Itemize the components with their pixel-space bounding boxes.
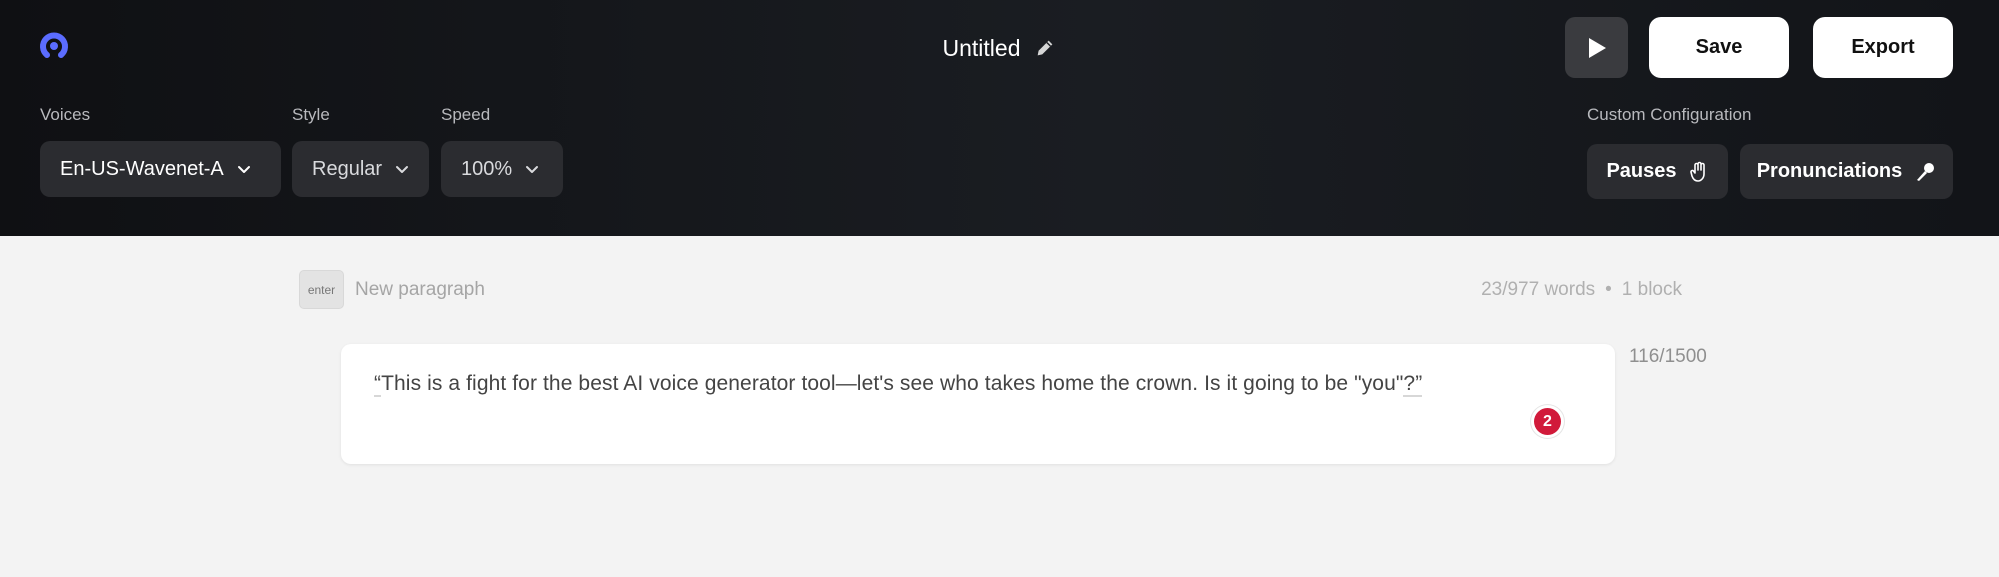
pauses-button[interactable]: Pauses [1587, 144, 1728, 199]
microphone-icon [1914, 161, 1936, 183]
chevron-down-icon [236, 161, 252, 177]
block-count: 1 block [1621, 279, 1682, 300]
pronunciations-button[interactable]: Pronunciations [1740, 144, 1953, 199]
stats-separator: • [1605, 279, 1612, 300]
top-toolbar: Untitled Save Export Voices Style Speed … [0, 0, 1999, 236]
pencil-icon[interactable] [1034, 37, 1056, 59]
hand-icon [1689, 161, 1709, 183]
app-logo-icon[interactable] [38, 31, 70, 63]
chevron-down-icon [524, 161, 540, 177]
speed-label: Speed [441, 105, 491, 124]
play-icon [1586, 36, 1608, 60]
chevron-down-icon [394, 161, 410, 177]
block-text[interactable]: “This is a fight for the best AI voice g… [374, 372, 1423, 397]
character-count: 116/1500 [1629, 346, 1707, 367]
voices-label: Voices [40, 105, 91, 124]
text-block[interactable]: “This is a fight for the best AI voice g… [341, 344, 1615, 464]
word-stats: 23/977 words • 1 block [1360, 279, 1682, 301]
style-label: Style [292, 105, 330, 124]
style-value: Regular [312, 157, 383, 180]
style-dropdown[interactable]: Regular [292, 141, 429, 197]
document-title[interactable]: Untitled [943, 35, 1021, 62]
export-button[interactable]: Export [1813, 17, 1953, 78]
save-button[interactable]: Save [1649, 17, 1789, 78]
play-button[interactable] [1565, 17, 1628, 78]
speed-value: 100% [461, 157, 513, 180]
suggestion-count-badge[interactable]: 2 [1534, 408, 1561, 435]
custom-configuration-label: Custom Configuration [1587, 105, 1752, 124]
voice-value: En-US-Wavenet-A [60, 157, 224, 180]
enter-key-hint: enter [299, 270, 344, 309]
voice-dropdown[interactable]: En-US-Wavenet-A [40, 141, 281, 197]
word-count: 23/977 words [1481, 279, 1596, 300]
pronunciations-label: Pronunciations [1756, 160, 1903, 182]
pauses-label: Pauses [1606, 160, 1677, 182]
new-paragraph-hint[interactable]: New paragraph [355, 279, 485, 301]
speed-dropdown[interactable]: 100% [441, 141, 563, 197]
block-text-main: This is a fight for the best AI voice ge… [381, 372, 1404, 395]
quote-end: ?” [1403, 372, 1423, 397]
